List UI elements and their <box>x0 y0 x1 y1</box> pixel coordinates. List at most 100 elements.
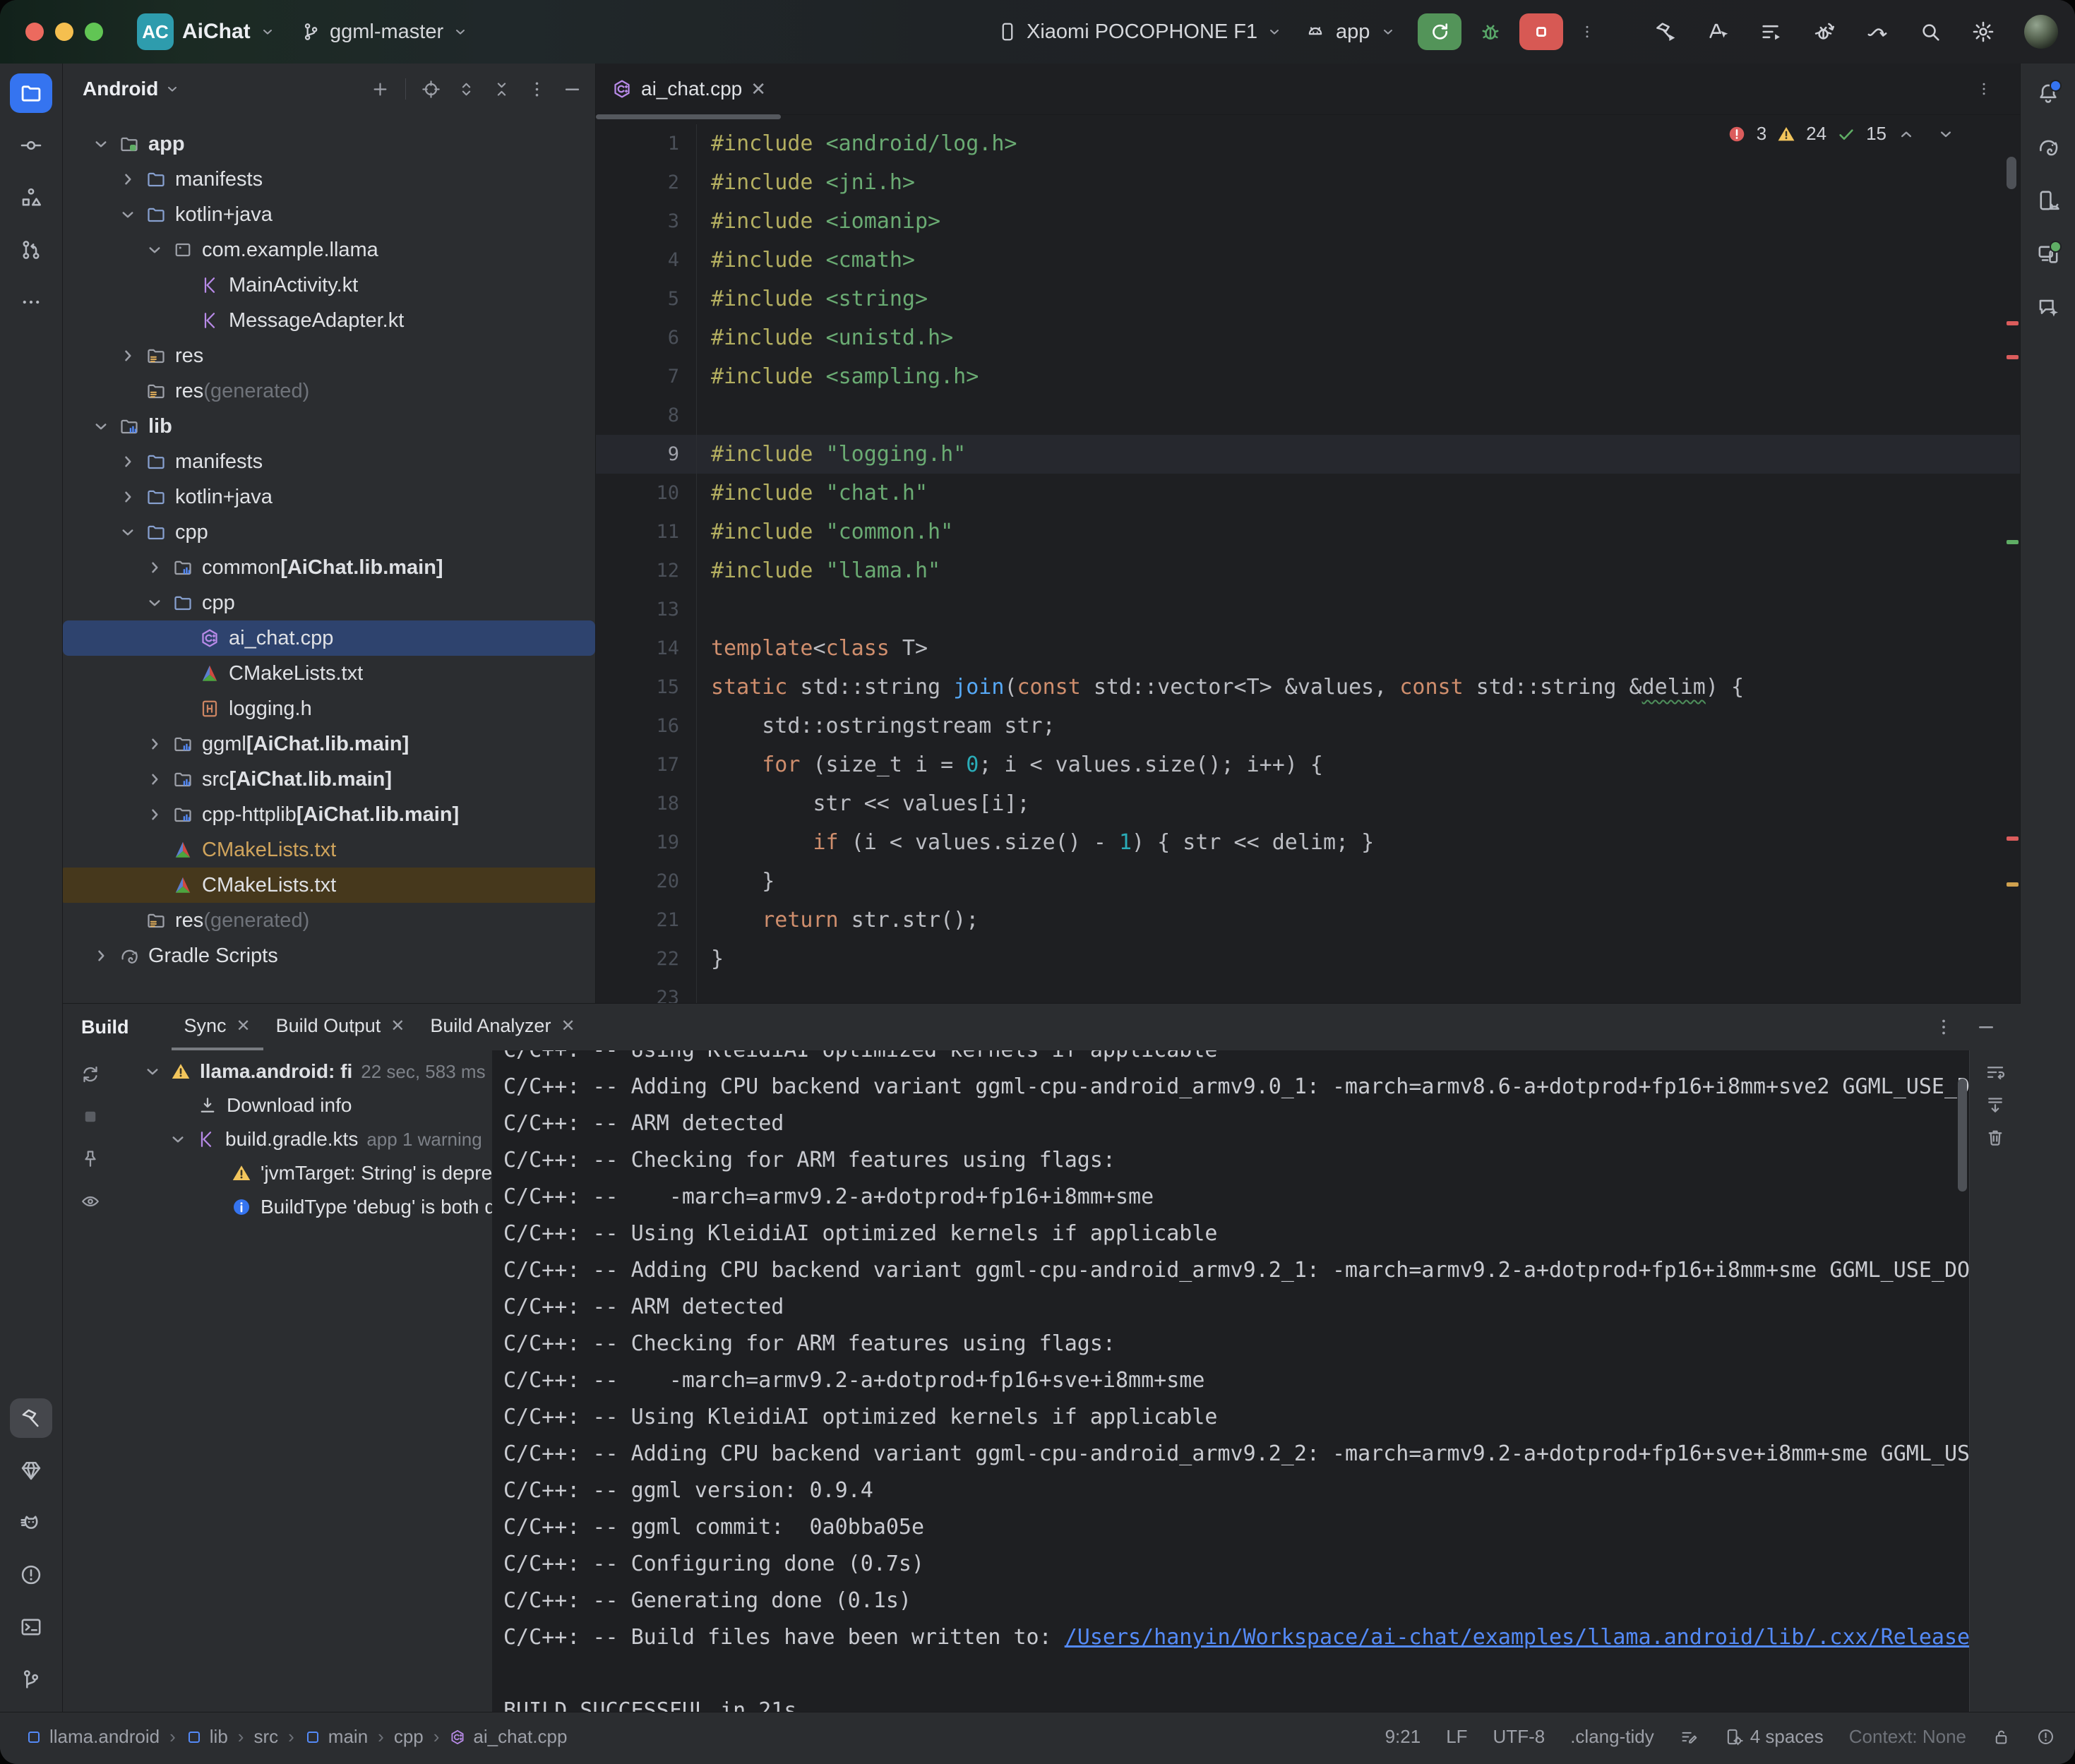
formatter-icon[interactable] <box>1680 1727 1699 1746</box>
build-tab-build-analyzer[interactable]: Build Analyzer✕ <box>417 1004 587 1050</box>
tool-stripe-version-control-icon[interactable] <box>10 1660 52 1699</box>
line-number[interactable]: 16 <box>596 707 696 745</box>
tree-item-cmakelists-txt[interactable]: CMakeLists.txt <box>63 656 595 691</box>
build-tree-item[interactable]: build.gradle.ktsapp 1 warning <box>63 1122 492 1156</box>
tree-item-messageadapter-kt[interactable]: MessageAdapter.kt <box>63 303 595 338</box>
tree-item-kotlin-java[interactable]: kotlin+java <box>63 197 595 232</box>
context-widget[interactable]: Context: None <box>1849 1726 1966 1748</box>
attach-debugger-icon[interactable] <box>1812 20 1836 44</box>
close-tab-icon[interactable]: ✕ <box>237 1016 251 1036</box>
zoom-window-button[interactable] <box>85 23 103 41</box>
next-problem-icon[interactable] <box>1936 124 1956 144</box>
chevron-down-icon[interactable] <box>1380 23 1397 40</box>
build-tab-build-output[interactable]: Build Output✕ <box>263 1004 418 1050</box>
code-line-content[interactable]: } <box>696 940 2021 978</box>
line-ending-widget[interactable]: LF <box>1446 1726 1467 1748</box>
console-file-link[interactable]: /Users/hanyin/Workspace/ai-chat/examples… <box>1065 1625 1970 1650</box>
tree-item-cmakelists-txt[interactable]: CMakeLists.txt <box>63 832 595 868</box>
code-line-content[interactable]: std::ostringstream str; <box>696 707 2021 745</box>
line-number[interactable]: 7 <box>596 357 696 396</box>
tree-item-lib[interactable]: lib <box>63 409 595 444</box>
code-line-content[interactable]: #include <unistd.h> <box>696 318 2021 357</box>
close-window-button[interactable] <box>25 23 44 41</box>
warning-stripe-mark[interactable] <box>2007 882 2019 887</box>
chevron-down-icon[interactable] <box>144 592 165 613</box>
tool-stripe-logcat-icon[interactable] <box>10 1503 52 1542</box>
tool-stripe-gradle-icon[interactable] <box>2027 127 2069 167</box>
close-tab-icon[interactable]: ✕ <box>561 1016 575 1036</box>
breadcrumb-item[interactable]: lib <box>186 1726 228 1748</box>
ai-actions-icon[interactable] <box>1706 20 1730 44</box>
run-config-android-icon[interactable] <box>1305 21 1326 42</box>
chevron-right-icon[interactable] <box>144 769 165 790</box>
clang-tidy-widget[interactable]: .clang-tidy <box>1570 1726 1654 1748</box>
avatar[interactable] <box>2024 15 2058 49</box>
settings-icon[interactable] <box>1971 20 1995 44</box>
tree-item-cpp[interactable]: cpp <box>63 585 595 620</box>
bang-circle-icon[interactable] <box>2036 1727 2055 1746</box>
breadcrumb-item[interactable]: src <box>253 1726 278 1748</box>
code-line-content[interactable]: template<class T> <box>696 629 2021 668</box>
caret-position-widget[interactable]: 9:21 <box>1385 1726 1421 1748</box>
editor-tab[interactable]: ai_chat.cpp ✕ <box>596 64 782 114</box>
search-icon[interactable] <box>1918 20 1942 44</box>
code-line-content[interactable]: static std::string join(const std::vecto… <box>696 668 2021 707</box>
code-line-content[interactable]: #include <jni.h> <box>696 163 2021 202</box>
line-number[interactable]: 10 <box>596 474 696 512</box>
tree-item-src[interactable]: src [AiChat.lib.main] <box>63 762 595 797</box>
line-number[interactable]: 20 <box>596 862 696 901</box>
chevron-down-icon[interactable] <box>90 133 112 155</box>
code-line-content[interactable]: #include "logging.h" <box>696 435 2021 474</box>
tree-item-mainactivity-kt[interactable]: MainActivity.kt <box>63 268 595 303</box>
minimize-window-button[interactable] <box>55 23 73 41</box>
scroll-end-icon[interactable] <box>1985 1094 2006 1115</box>
tool-stripe-problems-icon[interactable] <box>10 1555 52 1595</box>
tree-item-res[interactable]: res (generated) <box>63 903 595 938</box>
tree-item-com-example-llama[interactable]: com.example.llama <box>63 232 595 268</box>
tree-item-gradle-scripts[interactable]: Gradle Scripts <box>63 938 595 973</box>
chevron-down-icon[interactable] <box>90 416 112 437</box>
tool-stripe-terminal-icon[interactable] <box>10 1607 52 1647</box>
chevron-down-icon[interactable] <box>164 80 181 97</box>
build-tree-item[interactable]: BuildType 'debug' is both de <box>63 1190 492 1224</box>
chevron-right-icon[interactable] <box>144 733 165 755</box>
chevron-right-icon[interactable] <box>117 345 138 366</box>
locate-icon[interactable] <box>421 79 441 100</box>
tree-item-manifests[interactable]: manifests <box>63 162 595 197</box>
line-number[interactable]: 8 <box>596 396 696 435</box>
clear-icon[interactable] <box>1985 1127 2006 1148</box>
chevron-right-icon[interactable] <box>117 169 138 190</box>
run-config-name[interactable]: app <box>1336 20 1370 44</box>
code-line-content[interactable]: } <box>696 862 2021 901</box>
breadcrumb-item[interactable]: cpp <box>394 1726 424 1748</box>
project-widget[interactable]: AC AiChat <box>137 0 276 64</box>
line-number[interactable]: 5 <box>596 280 696 318</box>
line-number[interactable]: 3 <box>596 202 696 241</box>
debug-button[interactable] <box>1478 20 1502 44</box>
code-line-content[interactable]: #include <sampling.h> <box>696 357 2021 396</box>
line-number[interactable]: 11 <box>596 512 696 551</box>
line-number[interactable]: 18 <box>596 784 696 823</box>
build-tab-sync[interactable]: Sync✕ <box>172 1004 263 1050</box>
tool-stripe-app-insights-icon[interactable] <box>10 1451 52 1490</box>
chevron-down-icon[interactable] <box>142 1061 163 1082</box>
editor-options-kebab-icon[interactable] <box>1975 80 1992 97</box>
hide-icon[interactable] <box>562 79 582 100</box>
line-number[interactable]: 2 <box>596 163 696 202</box>
code-line-content[interactable]: for (size_t i = 0; i < values.size(); i+… <box>696 745 2021 784</box>
code-line-content[interactable]: if (i < values.size() - 1) { str << deli… <box>696 823 2021 862</box>
line-number[interactable]: 14 <box>596 629 696 668</box>
tool-stripe-gemini-icon[interactable] <box>2027 288 2069 328</box>
project-view-mode[interactable]: Android <box>83 78 158 100</box>
encoding-widget[interactable]: UTF-8 <box>1493 1726 1545 1748</box>
error-stripe-mark[interactable] <box>2007 321 2019 325</box>
tree-item-app[interactable]: app <box>63 126 595 162</box>
chevron-right-icon[interactable] <box>117 486 138 508</box>
tool-stripe-pull-requests-icon[interactable] <box>10 230 52 270</box>
tree-item-cpp-httplib[interactable]: cpp-httplib [AiChat.lib.main] <box>63 797 595 832</box>
run-more-kebab-icon[interactable] <box>1579 23 1596 40</box>
code-line-content[interactable]: #include <iomanip> <box>696 202 2021 241</box>
breadcrumb-item[interactable]: main <box>304 1726 368 1748</box>
lock-open-icon[interactable] <box>1992 1727 2011 1746</box>
profiler-icon[interactable] <box>1759 20 1783 44</box>
